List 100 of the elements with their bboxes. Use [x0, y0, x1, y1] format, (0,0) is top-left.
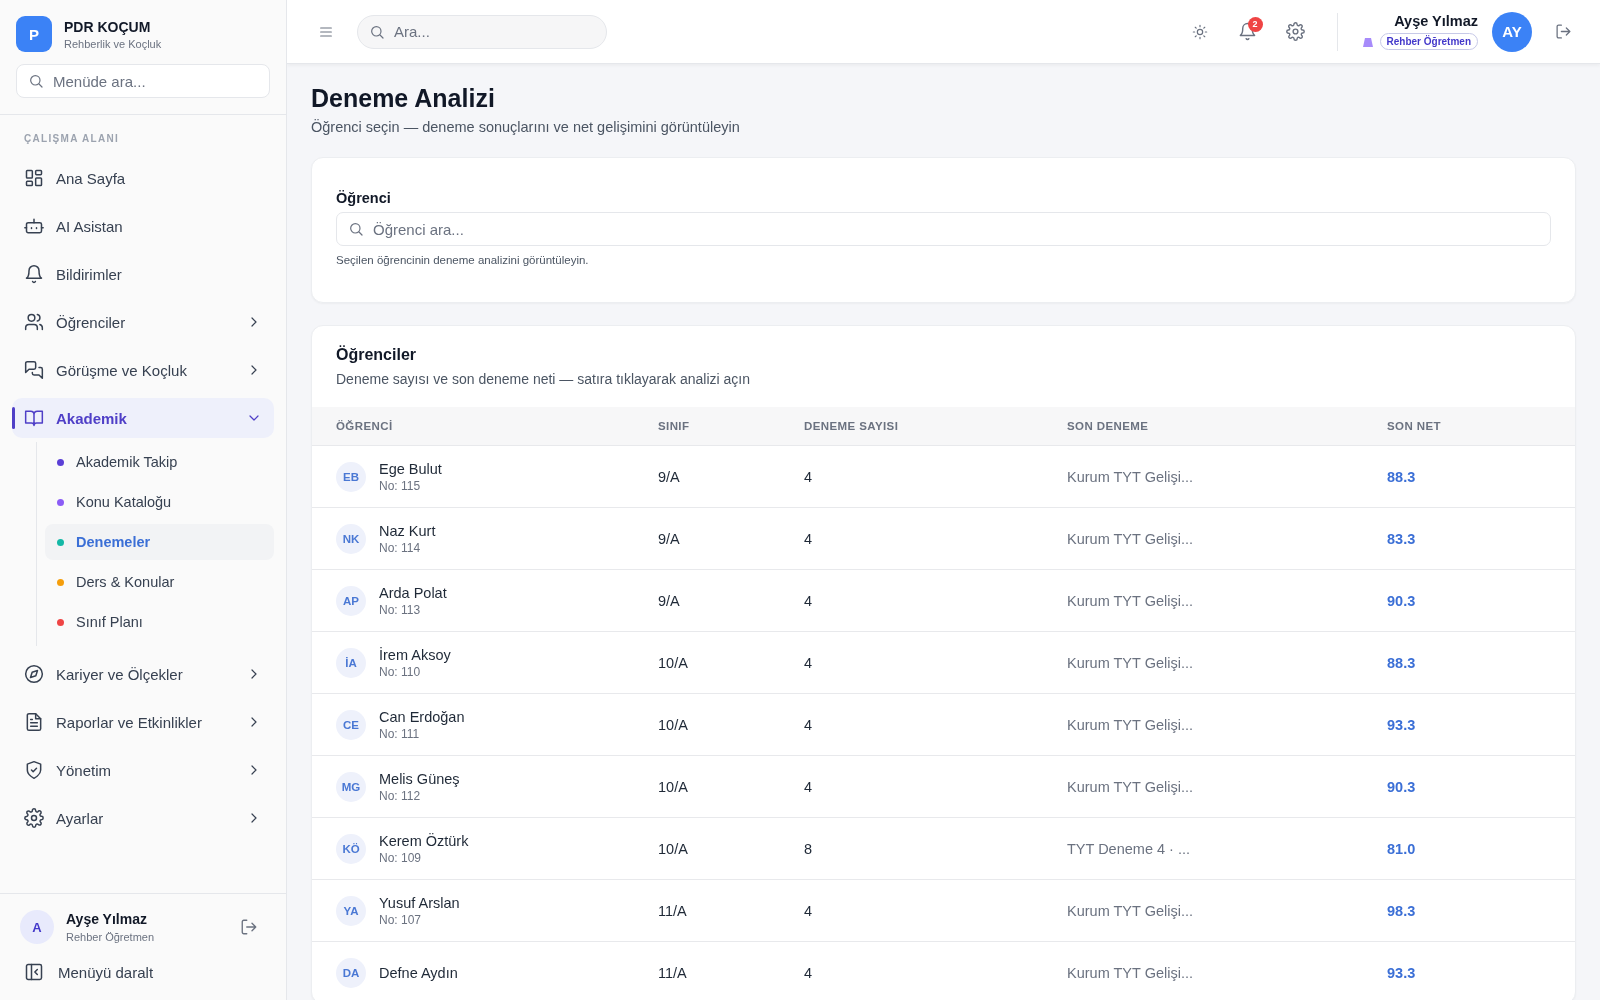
- settings-icon: [24, 808, 44, 828]
- table-cell: 9/A: [658, 530, 680, 547]
- compass-icon: [24, 664, 44, 684]
- student-name: Naz Kurt: [379, 522, 436, 539]
- sidebar-item[interactable]: Raporlar ve Etkinlikler: [12, 702, 274, 742]
- user-name: Ayşe Yılmaz: [66, 911, 148, 927]
- student-number: No: 115: [379, 478, 422, 493]
- table-cell: Kurum TYT Gelişi...: [1067, 964, 1193, 981]
- student-avatar: EB: [336, 461, 366, 492]
- table-row[interactable]: NK Naz Kurt No: 114 9/A 4 Kurum TYT Gelişi... 83.3: [312, 507, 1575, 569]
- table-cell: 88.3: [1387, 468, 1416, 485]
- student-name: Melis Güneş: [379, 770, 460, 787]
- sidebar-item[interactable]: Ana Sayfa: [12, 158, 274, 198]
- table-row[interactable]: DA Defne Aydın 11/A 4 Kurum TYT Gelişi... 93.3: [312, 941, 1575, 1000]
- table-cell: 93.3: [1387, 964, 1416, 981]
- user-avatar[interactable]: AY: [1492, 11, 1532, 52]
- submenu-item[interactable]: Sınıf Planı: [45, 604, 274, 640]
- student-name: Arda Polat: [379, 584, 447, 601]
- notifications-button[interactable]: 2: [1230, 14, 1265, 49]
- table-row[interactable]: KÖ Kerem Öztürk No: 109 10/A 8 TYT Deneme 4 · ... 81.0: [312, 817, 1575, 879]
- column-header: SINIF: [658, 407, 804, 445]
- table-cell: Kurum TYT Gelişi...: [1067, 716, 1193, 733]
- user-role: Rehber Öğretmen: [66, 931, 156, 943]
- table-cell: 10/A: [658, 716, 688, 733]
- book-icon: [24, 408, 44, 428]
- collapse-menu-button[interactable]: Menüyü daralt: [20, 958, 266, 986]
- student-avatar: YA: [336, 895, 366, 926]
- table-cell: 98.3: [1387, 902, 1416, 919]
- submenu-item[interactable]: Akademik Takip: [45, 444, 274, 480]
- logout-icon: [1554, 23, 1572, 40]
- student-avatar: MG: [336, 771, 366, 802]
- table-cell: 4: [804, 468, 813, 485]
- student-avatar: DA: [336, 957, 366, 988]
- logout-icon: [240, 918, 258, 936]
- student-search-field[interactable]: Öğrenci ara...: [336, 212, 1551, 246]
- sidebar-item[interactable]: AI Asistan: [12, 206, 274, 246]
- column-header: SON DENEME: [1067, 407, 1387, 445]
- student-name: İrem Aksoy: [379, 646, 451, 663]
- search-field[interactable]: Ara...: [357, 14, 607, 49]
- table-cell: 83.3: [1387, 530, 1416, 547]
- app-name: PDR KOÇUM: [64, 18, 152, 35]
- menu-search-field[interactable]: Menüde ara...: [16, 64, 270, 98]
- table-cell: TYT Deneme 4 · ...: [1067, 840, 1191, 857]
- submenu-item[interactable]: Denemeler: [45, 524, 274, 560]
- table-cell: 10/A: [658, 654, 688, 671]
- bell-icon: [24, 264, 44, 284]
- table-cell: Kurum TYT Gelişi...: [1067, 654, 1193, 671]
- card-subtitle: Deneme sayısı ve son deneme neti — satıra tıklayarak analizi açın: [336, 371, 751, 387]
- robot-icon: [24, 216, 44, 236]
- users-icon: [24, 312, 44, 332]
- student-number: No: 110: [379, 664, 422, 679]
- column-header: DENEME SAYISI: [804, 407, 1067, 445]
- student-avatar: CE: [336, 709, 366, 740]
- table-cell: 11/A: [658, 964, 687, 981]
- table-cell: Kurum TYT Gelişi...: [1067, 468, 1193, 485]
- bell-icon: [1238, 22, 1258, 41]
- sun-icon: [1191, 23, 1208, 40]
- student-number: No: 113: [379, 602, 422, 617]
- table-row[interactable]: YA Yusuf Arslan No: 107 11/A 4 Kurum TYT Gelişi... 98.3: [312, 879, 1575, 941]
- sidebar-item[interactable]: Yönetim: [12, 750, 274, 790]
- field-label: Öğrenci: [336, 190, 392, 206]
- student-name: Kerem Öztürk: [379, 832, 469, 849]
- table-cell: 10/A: [658, 840, 688, 857]
- table-row[interactable]: İA İrem Aksoy No: 110 10/A 4 Kurum TYT Gelişi... 88.3: [312, 631, 1575, 693]
- table-cell: 93.3: [1387, 716, 1416, 733]
- grid-icon: [24, 168, 44, 188]
- table-cell: 88.3: [1387, 654, 1416, 671]
- sidebar-item[interactable]: Öğrenciler: [12, 302, 274, 342]
- field-hint: Seçilen öğrencinin deneme analizini görüntüleyin.: [336, 254, 590, 266]
- document-icon: [24, 712, 44, 732]
- table-cell: 4: [804, 654, 813, 671]
- table-cell: 90.3: [1387, 592, 1416, 609]
- sidebar-item[interactable]: Akademik: [12, 398, 274, 438]
- table-cell: 4: [804, 778, 813, 795]
- table-cell: 4: [804, 530, 813, 547]
- table-cell: 10/A: [658, 778, 688, 795]
- student-name: Yusuf Arslan: [379, 894, 460, 911]
- submenu-item[interactable]: Ders & Konular: [45, 564, 274, 600]
- table-cell: 81.0: [1387, 840, 1416, 857]
- sidebar-item[interactable]: Ayarlar: [12, 798, 274, 838]
- student-number: No: 109: [379, 850, 423, 865]
- table-row[interactable]: EB Ege Bulut No: 115 9/A 4 Kurum TYT Gelişi... 88.3: [312, 445, 1575, 507]
- card-title: Öğrenciler: [336, 346, 418, 364]
- table-row[interactable]: AP Arda Polat No: 113 9/A 4 Kurum TYT Gelişi... 90.3: [312, 569, 1575, 631]
- sidebar-item[interactable]: Bildirimler: [12, 254, 274, 294]
- table-row[interactable]: MG Melis Güneş No: 112 10/A 4 Kurum TYT Gelişi... 90.3: [312, 755, 1575, 817]
- table-row[interactable]: CE Can Erdoğan No: 111 10/A 4 Kurum TYT Gelişi... 93.3: [312, 693, 1575, 755]
- table-cell: 4: [804, 716, 813, 733]
- sidebar-item[interactable]: Görüşme ve Koçluk: [12, 350, 274, 390]
- student-number: No: 112: [379, 788, 422, 803]
- submenu-item[interactable]: Konu Kataloğu: [45, 484, 274, 520]
- student-number: No: 111: [379, 726, 421, 741]
- sidebar-item[interactable]: Kariyer ve Ölçekler: [12, 654, 274, 694]
- column-header: ÖĞRENCİ: [312, 407, 658, 445]
- user-avatar: A: [20, 910, 54, 944]
- table-cell: 90.3: [1387, 778, 1416, 795]
- app-logo: P: [16, 16, 52, 52]
- table-cell: Kurum TYT Gelişi...: [1067, 902, 1193, 919]
- student-name: Ege Bulut: [379, 460, 442, 477]
- app-tagline: Rehberlik ve Koçluk: [64, 37, 162, 50]
